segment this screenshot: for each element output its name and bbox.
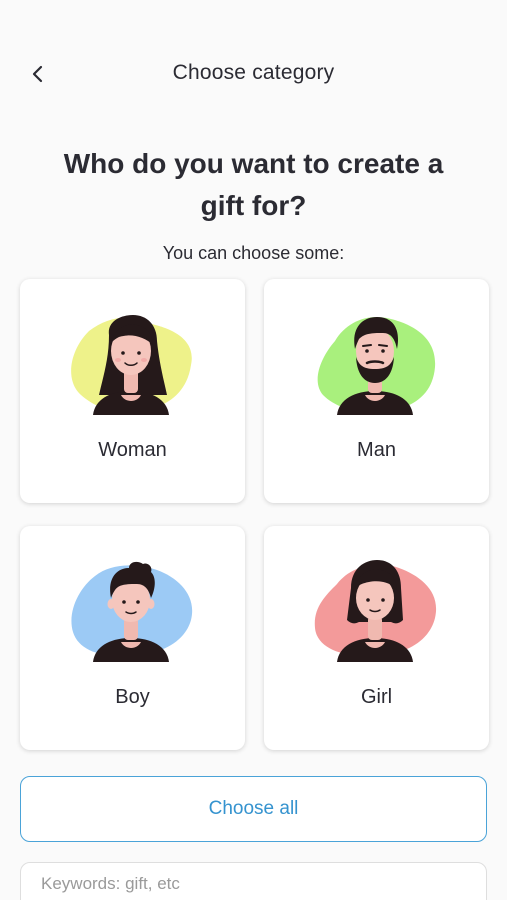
category-card-girl[interactable]: Girl (264, 526, 489, 750)
subheading: You can choose some: (162, 243, 345, 263)
category-card-man[interactable]: Man (264, 279, 489, 503)
category-card-boy[interactable]: Boy (20, 526, 245, 750)
category-label: Woman (98, 439, 167, 461)
keywords-input[interactable] (20, 862, 487, 900)
category-label: Boy (115, 686, 150, 708)
category-label: Man (357, 439, 396, 461)
man-avatar-icon (317, 317, 436, 415)
header: Choose category (0, 0, 507, 148)
page-title: Choose category (172, 61, 335, 84)
main-heading: Who do you want to create a gift for? (63, 148, 444, 221)
choose-all-button[interactable]: Choose all (20, 776, 487, 842)
category-card-woman[interactable]: Woman (20, 279, 245, 503)
boy-avatar-icon (71, 561, 193, 662)
girl-avatar-icon (314, 560, 437, 662)
woman-avatar-icon (71, 315, 192, 415)
category-label: Girl (360, 686, 393, 708)
